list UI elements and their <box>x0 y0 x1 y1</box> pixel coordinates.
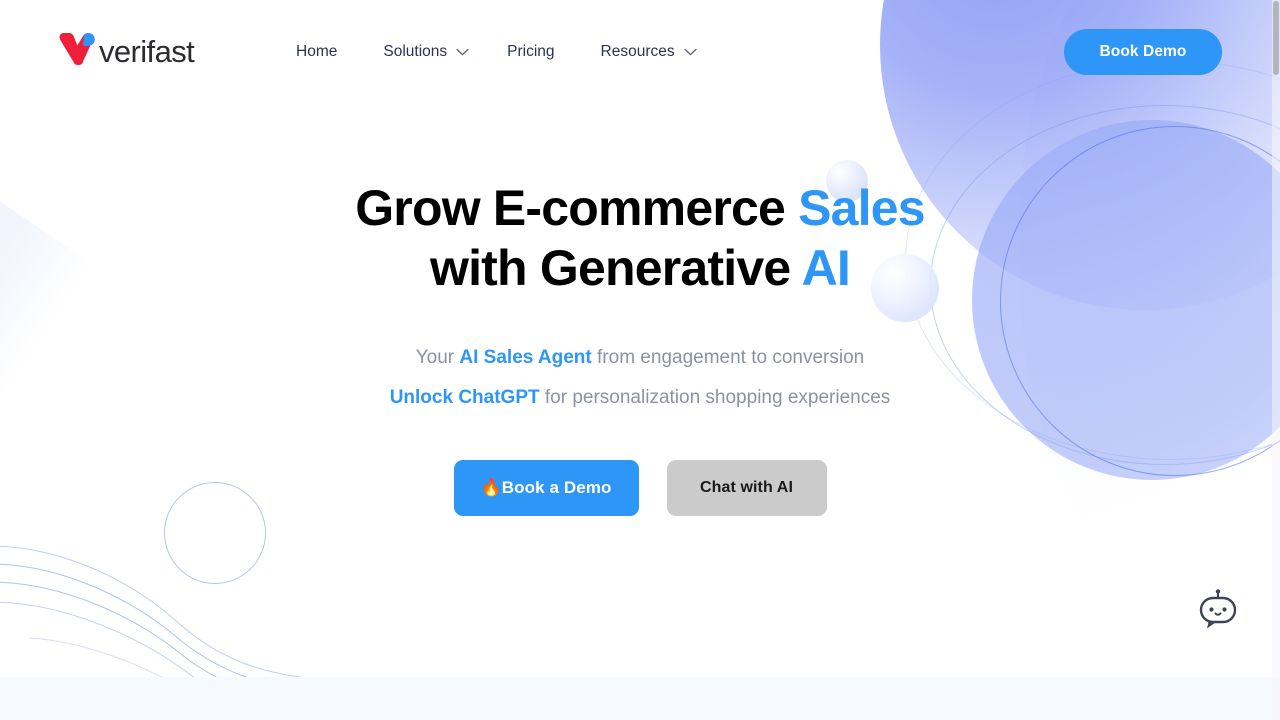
decorative-sphere-main <box>972 120 1280 480</box>
subtitle-1-accent: AI Sales Agent <box>459 347 592 368</box>
verifast-v-logo-icon <box>59 33 95 66</box>
hero-subtitle: Your AI Sales Agent from engagement to c… <box>0 338 1280 418</box>
page-scrollbar-track[interactable] <box>1272 0 1280 720</box>
headline-line-2-accent: AI <box>801 240 851 296</box>
headline-line-2: with Generative AI <box>430 240 851 296</box>
chevron-down-icon <box>683 48 697 56</box>
nav-item-home-label: Home <box>296 43 338 60</box>
book-a-demo-button[interactable]: 🔥Book a Demo <box>453 460 639 516</box>
nav-item-pricing[interactable]: Pricing <box>507 38 600 66</box>
chevron-down-icon <box>456 48 469 56</box>
site-header: verifast Home Solutions Pricing Resource… <box>0 0 1280 105</box>
chat-with-ai-button[interactable]: Chat with AI <box>666 460 827 516</box>
chat-widget-launcher[interactable] <box>1194 589 1242 633</box>
hero-cta-row: 🔥Book a Demo Chat with AI <box>0 460 1280 516</box>
hero-subtitle-line-2: Unlock ChatGPT for personalization shopp… <box>0 378 1280 418</box>
nav-item-solutions-label: Solutions <box>383 43 448 60</box>
page-root: verifast Home Solutions Pricing Resource… <box>0 0 1280 720</box>
brand-wordmark: verifast <box>99 34 195 69</box>
nav-item-solutions[interactable]: Solutions <box>383 38 507 66</box>
hero-subtitle-line-1: Your AI Sales Agent from engagement to c… <box>0 338 1280 378</box>
headline-line-1-plain: Grow E-commerce <box>355 180 799 236</box>
subtitle-1-pre: Your <box>415 347 460 368</box>
headline-line-1: Grow E-commerce Sales <box>355 180 925 236</box>
nav-item-home[interactable]: Home <box>296 38 383 66</box>
subtitle-2-accent: Unlock ChatGPT <box>389 387 540 408</box>
subtitle-2-post: for personalization shopping experiences <box>539 387 891 408</box>
brand-logo[interactable]: verifast <box>56 32 195 72</box>
nav-item-resources-label: Resources <box>600 43 675 60</box>
headline-line-1-accent: Sales <box>798 180 925 236</box>
chatbot-icon <box>1199 589 1237 629</box>
book-demo-button[interactable]: Book Demo <box>1064 29 1222 75</box>
headline-line-2-plain: with Generative <box>430 240 802 296</box>
page-title: Grow E-commerce Sales with Generative AI <box>0 178 1280 298</box>
nav-item-pricing-label: Pricing <box>507 43 555 60</box>
next-section-strip <box>0 677 1280 720</box>
primary-navigation: Home Solutions Pricing Resources <box>296 38 721 66</box>
subtitle-1-post: from engagement to conversion <box>591 347 865 368</box>
nav-item-resources[interactable]: Resources <box>601 38 721 66</box>
page-scrollbar-thumb[interactable] <box>1273 1 1279 75</box>
